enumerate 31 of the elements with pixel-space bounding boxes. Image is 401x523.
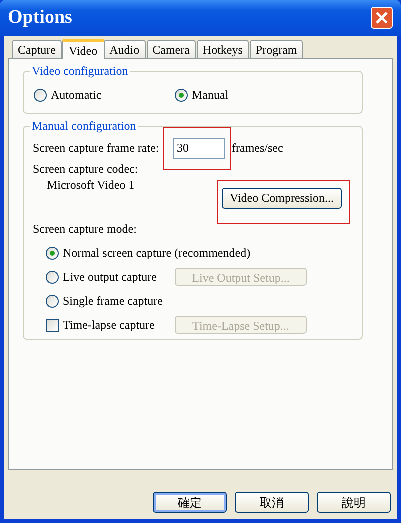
tab[interactable]: Program (250, 40, 304, 58)
radio-button[interactable] (46, 270, 59, 284)
video-compression-button[interactable]: Video Compression... (222, 188, 342, 208)
tab[interactable]: Hotkeys (196, 40, 249, 58)
field-label: Screen capture frame rate: (33, 140, 160, 156)
field-label: Screen capture codec: (33, 161, 140, 177)
tab[interactable]: Video (62, 39, 105, 59)
option-label: Normal screen capture (recommended) (63, 245, 251, 262)
option-label: Single frame capture (63, 293, 163, 310)
unit-label: frames/sec (232, 140, 284, 156)
dialog-button[interactable]: 確定 (153, 492, 227, 513)
dialog-button[interactable]: 說明 (317, 492, 391, 513)
dialog-button[interactable]: 取消 (235, 492, 309, 513)
checkbox[interactable] (46, 318, 59, 332)
window-title: Options (8, 6, 72, 30)
option-label: Live output capture (63, 269, 157, 286)
radio-button[interactable] (34, 88, 47, 102)
option-label: Automatic (51, 87, 102, 104)
close-button[interactable] (371, 7, 393, 29)
option-label: Time-lapse capture (63, 317, 155, 334)
frame-rate-field[interactable]: 30 (173, 138, 225, 158)
radio-button[interactable] (175, 88, 188, 102)
radio-button[interactable] (46, 246, 59, 260)
tab[interactable]: Audio (104, 40, 146, 58)
codec-name: Microsoft Video 1 (46, 177, 136, 193)
option-label: Manual (192, 87, 229, 104)
tab[interactable]: Camera (146, 40, 196, 58)
radio-button[interactable] (46, 294, 59, 308)
tab[interactable]: Capture (12, 40, 62, 58)
close-icon (376, 12, 388, 24)
field-label: Screen capture mode: (33, 221, 138, 237)
